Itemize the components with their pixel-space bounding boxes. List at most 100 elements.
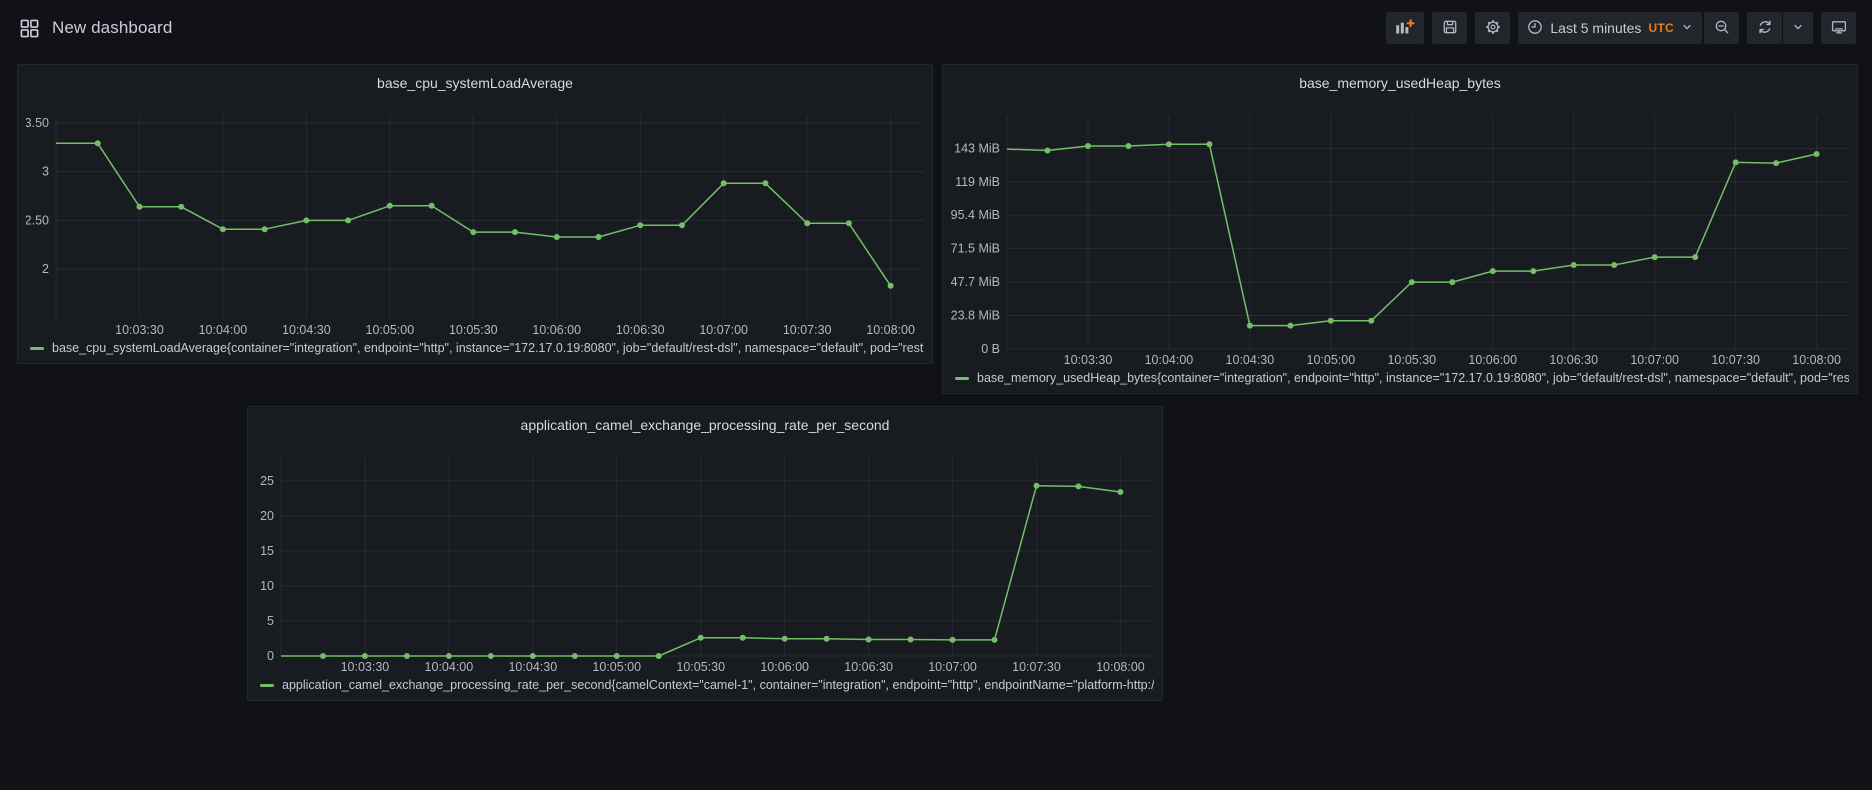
dashboard-settings-button[interactable] <box>1475 12 1510 44</box>
save-dashboard-button[interactable] <box>1432 12 1467 44</box>
svg-text:10:05:00: 10:05:00 <box>366 323 415 337</box>
save-icon <box>1442 19 1458 38</box>
refresh-group <box>1747 12 1813 44</box>
series-label: base_cpu_systemLoadAverage{container="in… <box>52 341 924 355</box>
series-point <box>1085 143 1091 149</box>
grid-lines <box>281 457 1154 656</box>
series-point <box>1692 254 1698 260</box>
series-point <box>637 222 643 228</box>
svg-text:10:05:00: 10:05:00 <box>1307 353 1356 367</box>
cycle-view-mode-button[interactable] <box>1821 12 1856 44</box>
legend-row[interactable]: base_cpu_systemLoadAverage{container="in… <box>26 339 924 357</box>
svg-text:10: 10 <box>260 579 274 593</box>
series-point <box>656 653 662 659</box>
timezone-label: UTC <box>1648 21 1674 35</box>
panel-title[interactable]: application_camel_exchange_processing_ra… <box>256 415 1154 437</box>
add-panel-button[interactable] <box>1386 12 1424 44</box>
svg-text:10:03:30: 10:03:30 <box>1064 353 1113 367</box>
legend-row[interactable]: application_camel_exchange_processing_ra… <box>256 676 1154 694</box>
series-point <box>1034 483 1040 489</box>
svg-text:95.4 MiB: 95.4 MiB <box>951 208 1000 222</box>
svg-text:10:05:30: 10:05:30 <box>1387 353 1436 367</box>
series-point <box>1409 279 1415 285</box>
series-point <box>762 180 768 186</box>
series-color-dash <box>260 684 274 687</box>
time-series-chart[interactable]: 0 B23.8 MiB47.7 MiB71.5 MiB95.4 MiB119 M… <box>951 95 1851 369</box>
panel-title[interactable]: base_memory_usedHeap_bytes <box>951 73 1849 95</box>
svg-text:10:05:30: 10:05:30 <box>676 660 725 674</box>
svg-text:0: 0 <box>267 649 274 663</box>
series-point <box>950 637 956 643</box>
series-point <box>446 653 452 659</box>
series-point <box>345 217 351 223</box>
time-series-chart[interactable]: 22.5033.5010:03:3010:04:0010:04:3010:05:… <box>26 95 926 339</box>
series-point <box>1530 268 1536 274</box>
svg-text:10:06:00: 10:06:00 <box>760 660 809 674</box>
x-axis-labels: 10:03:3010:04:0010:04:3010:05:0010:05:30… <box>115 323 915 337</box>
svg-text:10:07:30: 10:07:30 <box>783 323 832 337</box>
series-point <box>1117 489 1123 495</box>
svg-text:10:06:00: 10:06:00 <box>532 323 581 337</box>
svg-text:10:05:00: 10:05:00 <box>592 660 641 674</box>
svg-text:2.50: 2.50 <box>26 213 49 227</box>
svg-text:10:04:30: 10:04:30 <box>1226 353 1275 367</box>
svg-text:10:07:30: 10:07:30 <box>1711 353 1760 367</box>
series-point <box>824 636 830 642</box>
series-point <box>846 220 852 226</box>
series-point <box>804 220 810 226</box>
svg-text:10:07:00: 10:07:00 <box>928 660 977 674</box>
series-point <box>888 283 894 289</box>
series-point <box>470 229 476 235</box>
series-point <box>530 653 536 659</box>
series-point <box>572 653 578 659</box>
series-point <box>404 653 410 659</box>
header-left: New dashboard <box>20 18 172 38</box>
svg-text:47.7 MiB: 47.7 MiB <box>951 275 1000 289</box>
dashboard-header: New dashboard <box>0 0 1872 56</box>
clock-icon <box>1527 19 1543 38</box>
panel-memory-used-heap: base_memory_usedHeap_bytes 0 B23.8 MiB47… <box>942 64 1858 394</box>
time-series-chart[interactable]: 051015202510:03:3010:04:0010:04:3010:05:… <box>256 437 1156 676</box>
time-range-picker-button[interactable]: Last 5 minutes UTC <box>1518 12 1702 44</box>
series-point <box>1287 323 1293 329</box>
x-axis-labels: 10:03:30 10:04:00 10:04:30 10:05:00 10:05:30… <box>1064 353 1841 367</box>
series-point <box>908 637 914 643</box>
series-point <box>1328 318 1334 324</box>
series-point <box>178 204 184 210</box>
svg-text:10:04:30: 10:04:30 <box>508 660 557 674</box>
series-point <box>992 637 998 643</box>
apps-grid-icon[interactable] <box>20 19 39 38</box>
series-point <box>1368 318 1374 324</box>
grafana-dashboard: { "header": { "title": "New dashboard", … <box>0 0 1872 790</box>
series-point <box>1773 160 1779 166</box>
svg-text:10:08:00: 10:08:00 <box>1096 660 1145 674</box>
svg-text:10:04:00: 10:04:00 <box>425 660 474 674</box>
series-point <box>220 226 226 232</box>
svg-text:0 B: 0 B <box>981 342 1000 356</box>
series-point <box>362 653 368 659</box>
series-point <box>866 637 872 643</box>
svg-text:10:03:30: 10:03:30 <box>115 323 164 337</box>
refresh-interval-dropdown[interactable] <box>1783 12 1813 44</box>
legend-row[interactable]: base_memory_usedHeap_bytes{container="in… <box>951 369 1849 387</box>
panel-title[interactable]: base_cpu_systemLoadAverage <box>26 73 924 95</box>
panel-camel-processing-rate: application_camel_exchange_processing_ra… <box>247 406 1163 701</box>
series-point <box>782 636 788 642</box>
series-point <box>1571 262 1577 268</box>
gear-icon <box>1485 19 1501 38</box>
series-point <box>488 653 494 659</box>
panel-cpu-system-load: base_cpu_systemLoadAverage 22.5033.5010:… <box>17 64 933 364</box>
refresh-icon <box>1757 19 1773 38</box>
magnifier-minus-icon <box>1714 19 1730 38</box>
svg-text:10:05:30: 10:05:30 <box>449 323 498 337</box>
svg-text:10:04:00: 10:04:00 <box>1145 353 1194 367</box>
zoom-out-button[interactable] <box>1704 12 1739 44</box>
series-point <box>1076 483 1082 489</box>
refresh-button[interactable] <box>1747 12 1782 44</box>
svg-text:10:07:00: 10:07:00 <box>1630 353 1679 367</box>
series-point <box>1814 151 1820 157</box>
svg-text:10:04:30: 10:04:30 <box>282 323 331 337</box>
toolbar: Last 5 minutes UTC <box>1386 12 1856 44</box>
series-color-dash <box>955 377 969 380</box>
time-picker-group: Last 5 minutes UTC <box>1518 12 1739 44</box>
